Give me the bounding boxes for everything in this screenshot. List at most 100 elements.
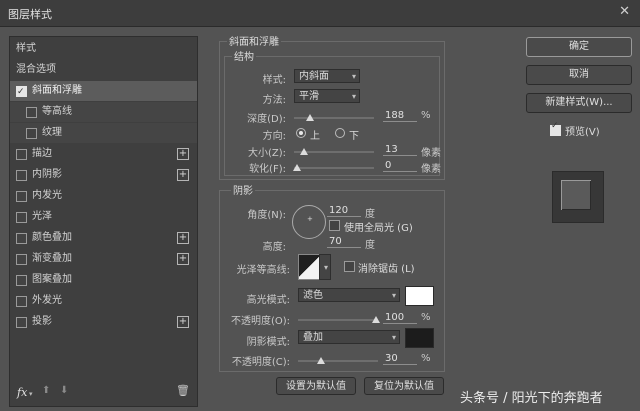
inner-shadow-checkbox[interactable] (16, 170, 27, 181)
make-default-button[interactable]: 设置为默认值 (276, 377, 356, 395)
direction-down-label: 下 (349, 131, 359, 142)
bevel-emboss-checkbox[interactable] (16, 82, 27, 102)
angle-dial[interactable]: + (292, 205, 326, 239)
sidebar-item-label: 光泽 (32, 211, 52, 222)
chevron-down-icon: ▾ (351, 72, 356, 81)
depth-input[interactable]: 188 (383, 110, 417, 122)
reset-default-button[interactable]: 复位为默认值 (364, 377, 444, 395)
new-style-button[interactable]: 新建样式(W)... (526, 93, 632, 113)
sidebar-item-stroke[interactable]: 描边 + (10, 144, 197, 164)
add-inner-shadow-icon[interactable]: + (177, 169, 189, 181)
shadow-opacity-input[interactable]: 30 (383, 353, 417, 365)
sidebar-item-inner-glow[interactable]: 内发光 (10, 186, 197, 206)
altitude-input[interactable]: 70 (327, 236, 361, 248)
preview-checkbox[interactable] (550, 121, 561, 136)
highlight-mode-label: 高光模式: (246, 295, 290, 306)
direction-down-radio[interactable] (335, 128, 345, 138)
sidebar-item-label: 投影 (32, 316, 52, 327)
antialias-label: 消除锯齿 (L) (358, 264, 415, 275)
preview-bevel-square (561, 180, 591, 210)
fx-dropdown-icon[interactable]: ▾ (29, 390, 33, 398)
gloss-contour-dropdown[interactable]: ▾ (319, 254, 331, 280)
size-input[interactable]: 13 (383, 144, 417, 156)
sidebar-item-blending-options[interactable]: 混合选项 (10, 60, 197, 80)
soften-input[interactable]: 0 (383, 160, 417, 172)
gradient-overlay-checkbox[interactable] (16, 254, 27, 265)
sidebar-item-outer-glow[interactable]: 外发光 (10, 291, 197, 311)
highlight-opacity-unit: % (421, 312, 431, 323)
highlight-opacity-label: 不透明度(O): (230, 316, 290, 327)
direction-up-radio[interactable] (296, 128, 306, 138)
sidebar-item-color-overlay[interactable]: 颜色叠加 + (10, 228, 197, 248)
sidebar-item-bevel-emboss[interactable]: 斜面和浮雕 (10, 81, 197, 102)
inner-glow-checkbox[interactable] (16, 191, 27, 202)
contour-checkbox[interactable] (26, 107, 37, 118)
highlight-opacity-thumb[interactable] (372, 316, 380, 323)
gloss-contour-label: 光泽等高线: (236, 265, 290, 276)
antialias-checkbox[interactable] (344, 261, 355, 272)
sidebar-item-label: 描边 (32, 148, 52, 159)
highlight-mode-value: 滤色 (303, 290, 323, 301)
soften-slider-thumb[interactable] (293, 164, 301, 171)
fx-icon[interactable]: fx (17, 386, 27, 399)
depth-slider-thumb[interactable] (306, 114, 314, 121)
move-down-icon[interactable]: ⬇ (60, 385, 68, 396)
sidebar-item-contour[interactable]: 等高线 (10, 102, 197, 122)
highlight-color-swatch[interactable] (405, 286, 434, 306)
pattern-overlay-checkbox[interactable] (16, 275, 27, 286)
technique-select[interactable]: 平滑 ▾ (294, 89, 360, 103)
sidebar-item-label: 等高线 (42, 106, 72, 117)
shadow-opacity-label: 不透明度(C): (231, 357, 290, 368)
close-icon[interactable]: ✕ (619, 4, 630, 19)
title-bar: 图层样式 ✕ (0, 0, 640, 27)
size-label: 大小(Z): (247, 148, 286, 159)
sidebar-item-texture[interactable]: 纹理 (10, 123, 197, 143)
sidebar-item-inner-shadow[interactable]: 内阴影 + (10, 165, 197, 185)
shadow-mode-value: 叠加 (303, 332, 323, 343)
sidebar-item-satin[interactable]: 光泽 (10, 207, 197, 227)
texture-checkbox[interactable] (26, 128, 37, 139)
global-light-checkbox[interactable] (329, 220, 340, 231)
sidebar-item-drop-shadow[interactable]: 投影 + (10, 312, 197, 332)
soften-slider-track[interactable] (294, 167, 374, 169)
color-overlay-checkbox[interactable] (16, 233, 27, 244)
direction-label: 方向: (262, 131, 286, 142)
add-drop-shadow-icon[interactable]: + (177, 316, 189, 328)
sidebar-item-styles[interactable]: 样式 (10, 39, 197, 59)
satin-checkbox[interactable] (16, 212, 27, 223)
angle-crosshair-icon: + (307, 215, 313, 223)
shading-title: 阴影 (231, 182, 255, 197)
shadow-opacity-thumb[interactable] (317, 357, 325, 364)
shadow-opacity-track[interactable] (298, 360, 378, 362)
stroke-checkbox[interactable] (16, 149, 27, 160)
sidebar-item-pattern-overlay[interactable]: 图案叠加 (10, 270, 197, 290)
highlight-mode-select[interactable]: 滤色 ▾ (298, 288, 400, 302)
angle-input[interactable]: 120 (327, 205, 361, 217)
add-stroke-icon[interactable]: + (177, 148, 189, 160)
sidebar-item-gradient-overlay[interactable]: 渐变叠加 + (10, 249, 197, 269)
sidebar-item-label: 内发光 (32, 190, 62, 201)
add-gradient-overlay-icon[interactable]: + (177, 253, 189, 265)
style-select[interactable]: 内斜面 ▾ (294, 69, 360, 83)
window-title: 图层样式 (8, 8, 52, 21)
move-up-icon[interactable]: ⬆ (42, 385, 50, 396)
shadow-mode-select[interactable]: 叠加 ▾ (298, 330, 400, 344)
shadow-color-swatch[interactable] (405, 328, 434, 348)
trash-icon[interactable]: 🗑 (176, 384, 190, 397)
chevron-down-icon: ▾ (351, 92, 356, 101)
drop-shadow-checkbox[interactable] (16, 317, 27, 328)
size-slider-thumb[interactable] (300, 148, 308, 155)
shadow-opacity-unit: % (421, 353, 431, 364)
gloss-contour-preview[interactable] (298, 254, 320, 280)
sidebar-item-label: 内阴影 (32, 169, 62, 180)
sidebar-item-label: 颜色叠加 (32, 232, 72, 243)
ok-button[interactable]: 确定 (526, 37, 632, 57)
highlight-opacity-input[interactable]: 100 (383, 312, 417, 324)
outer-glow-checkbox[interactable] (16, 296, 27, 307)
highlight-opacity-track[interactable] (298, 319, 378, 321)
technique-select-value: 平滑 (299, 91, 319, 102)
layer-style-dialog: 图层样式 ✕ 样式 混合选项 斜面和浮雕 等高线 纹理 描边 + 内阴影 (0, 0, 640, 411)
add-color-overlay-icon[interactable]: + (177, 232, 189, 244)
direction-up-label: 上 (310, 131, 320, 142)
cancel-button[interactable]: 取消 (526, 65, 632, 85)
